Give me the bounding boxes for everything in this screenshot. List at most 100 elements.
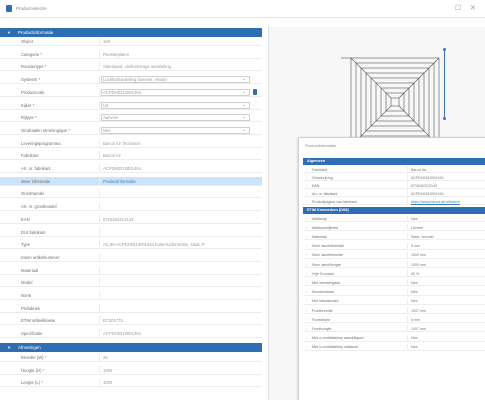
popup-row-label: Materiaal xyxy=(312,234,327,239)
property-value: EC001775 xyxy=(103,318,123,324)
popup-row-label: Met insectengaas xyxy=(312,280,341,285)
popup-row-label: Muurbeslaard xyxy=(312,290,334,295)
property-row[interactable]: Omdraaiën stromingspar * ⌄ Nee xyxy=(0,125,262,135)
column-divider xyxy=(99,316,100,326)
property-row[interactable]: Lengte (L) * 1000 xyxy=(0,378,262,388)
popup-row: › Productpagina van fabrikant https://www.… xyxy=(303,198,485,205)
column-divider xyxy=(407,242,408,250)
property-label: Norm xyxy=(21,293,32,298)
property-row[interactable]: Prefabriek xyxy=(0,303,262,313)
popup-row-value: 8718452313143 xyxy=(411,183,437,188)
chevron-down-icon: ▼ xyxy=(7,30,11,35)
section-header-productinfo[interactable]: ▼ Productinformatie xyxy=(0,28,262,37)
property-value: 1000 xyxy=(103,380,113,386)
popup-row-value: Nee xyxy=(411,299,418,304)
popup-row-value: Barcol Air xyxy=(411,167,427,172)
column-divider xyxy=(407,270,408,278)
column-divider xyxy=(407,334,408,342)
property-row[interactable]: Model xyxy=(0,278,262,288)
dimension-handle[interactable] xyxy=(443,48,446,51)
product-info-popup: Productinformatie Algemeen › Fabrikant Bar… xyxy=(298,137,485,400)
property-row[interactable]: ETIM artikelklasse EC001775 xyxy=(0,316,262,326)
properties-panel: ▼ Productinformatie Object 168 Categorie *… xyxy=(0,27,262,400)
section-header-dimensions[interactable]: ▼ Afmetingen xyxy=(0,343,262,352)
property-row[interactable]: Art. nr. groothandel xyxy=(0,202,262,212)
property-row[interactable]: Breedte (W) * 25 xyxy=(0,353,262,362)
property-row[interactable]: Productcode ⌄ ACPDH0313001454 xyxy=(0,87,262,97)
chevron-right-icon: › xyxy=(306,225,308,230)
popup-row-label: Fronthoogte xyxy=(312,326,332,331)
manufacturer-page-link[interactable]: https://www.barcol-air.nl/barcol xyxy=(411,200,460,204)
popup-row-value: Nee xyxy=(411,345,418,350)
dimension-line xyxy=(444,49,445,119)
property-row[interactable]: Type AC,90-ACPDH0313001454 buitenluchtroo… xyxy=(0,240,262,250)
property-row[interactable]: Roostertype * Standaard, vierkantsrage aa… xyxy=(0,62,262,72)
chevron-right-icon: › xyxy=(306,244,308,249)
column-divider xyxy=(407,279,408,287)
popup-section-general[interactable]: Algemeen xyxy=(303,158,485,165)
property-row[interactable]: Specificatie ACPDH0313001454 xyxy=(0,329,262,339)
property-row[interactable]: DUI fabrikant xyxy=(0,227,262,237)
column-divider xyxy=(407,251,408,259)
popup-row-value: 5 mm xyxy=(411,244,420,249)
chevron-right-icon: › xyxy=(306,262,308,267)
window-title: Productselectie xyxy=(16,6,47,11)
chevron-right-icon: › xyxy=(306,290,308,295)
column-divider xyxy=(407,343,408,351)
popup-row: › EAN 8718452313143 xyxy=(303,182,485,189)
column-divider xyxy=(407,182,408,189)
property-row[interactable]: Rijtype * ⌄ Aanvoer xyxy=(0,113,262,123)
chevron-right-icon: › xyxy=(306,336,308,341)
property-row[interactable]: Kijker * ⌄ Uit xyxy=(0,100,262,110)
property-label: Type xyxy=(21,242,31,248)
product-info-link[interactable]: Productinformatie xyxy=(103,179,243,184)
column-divider xyxy=(99,49,100,59)
property-row[interactable]: Fabrikant Barcol Air xyxy=(0,151,262,161)
dimension-handle[interactable] xyxy=(443,117,446,120)
property-row[interactable]: EAN 8718452313143 xyxy=(0,214,262,224)
property-value: 168 xyxy=(103,39,110,44)
column-divider xyxy=(407,174,408,181)
popup-row-label: Art. nr. fabrikant xyxy=(312,191,338,196)
column-divider xyxy=(99,303,100,313)
close-icon[interactable]: ✕ xyxy=(470,5,476,12)
info-icon[interactable] xyxy=(253,88,257,95)
popup-row-value: ACPDH0313001454 xyxy=(411,175,444,180)
property-row[interactable]: Meer informatie Productinformatie xyxy=(0,176,262,186)
popup-row: › Nom. lamelllengte 1000 mm xyxy=(303,261,485,268)
property-row[interactable]: Norm xyxy=(0,291,262,300)
title-bar: Productselectie ☐ ✕ xyxy=(0,0,485,18)
popup-row-label: EAN xyxy=(312,183,320,188)
column-divider xyxy=(99,265,100,275)
property-label: Hoogte (H) * xyxy=(21,367,45,373)
column-divider xyxy=(99,62,100,72)
column-divider xyxy=(407,297,408,305)
popup-section-etim[interactable]: ETIM Kenmerken (DS8) xyxy=(303,207,485,214)
column-divider xyxy=(99,125,100,135)
column-divider xyxy=(407,166,408,173)
chevron-down-icon: ▼ xyxy=(7,345,11,350)
property-label: Roostertype * xyxy=(21,64,47,70)
property-row[interactable]: Systeem * ⌄ Luchtbehandeling (toevoer, ret… xyxy=(0,75,262,85)
column-divider xyxy=(99,278,100,288)
property-label: Breedte (W) * xyxy=(21,355,47,360)
column-divider xyxy=(99,252,100,262)
property-value: ACPDH0313001454 xyxy=(103,166,141,171)
maximize-icon[interactable]: ☐ xyxy=(455,5,461,12)
property-row[interactable]: Categorie * Roosterplaten xyxy=(0,49,262,59)
property-row[interactable]: Intern artikelnummer xyxy=(0,252,262,262)
column-divider xyxy=(99,176,100,186)
property-row[interactable]: Object 168 xyxy=(0,37,262,46)
column-divider xyxy=(99,353,100,362)
property-row[interactable]: Hoogte (H) * 1000 xyxy=(0,365,262,375)
property-row[interactable]: Materiaal xyxy=(0,265,262,275)
popup-row: › Materiaal Staal, verzinkt xyxy=(303,233,485,241)
chevron-right-icon: › xyxy=(306,191,308,196)
property-label: Prefabriek xyxy=(21,305,41,311)
popup-row-value: 5 mm xyxy=(411,317,420,322)
property-row[interactable]: Art. nr. fabrikant ACPDH0313001454 xyxy=(0,164,262,173)
column-divider xyxy=(99,189,100,199)
property-row[interactable]: Groothandel xyxy=(0,189,262,199)
property-row[interactable]: Leveringsprogramma Barcol Air Technisch xyxy=(0,138,262,148)
property-value: 1000 xyxy=(103,367,113,373)
